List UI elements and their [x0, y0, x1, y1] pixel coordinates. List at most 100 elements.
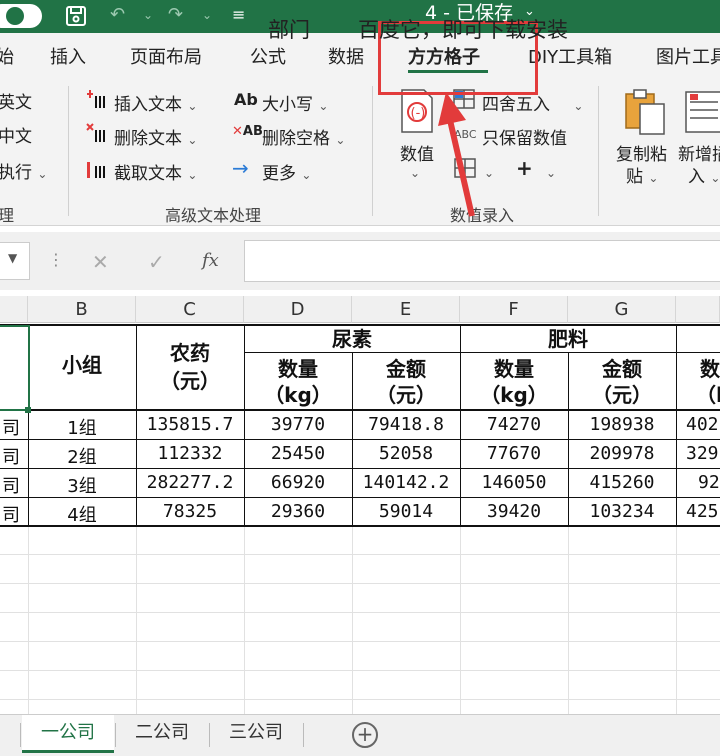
redo-icon[interactable]: ↷: [168, 4, 183, 26]
english-button[interactable]: 英文: [0, 88, 32, 113]
column-header-d[interactable]: D: [244, 296, 352, 323]
cell-pesticide[interactable]: 282277.2: [136, 472, 244, 493]
cell-company[interactable]: 司: [0, 443, 26, 469]
header-urea[interactable]: 尿素: [244, 326, 460, 352]
cell-next[interactable]: 402: [686, 414, 719, 435]
undo-icon[interactable]: ↶: [110, 4, 125, 26]
column-header-g[interactable]: G: [568, 296, 676, 323]
header-urea-amount-unit[interactable]: （元）: [352, 382, 460, 408]
name-box-dropdown-icon[interactable]: ▼: [8, 251, 17, 265]
sheet-tab-company-2[interactable]: 二公司: [116, 715, 208, 753]
cell-fert-amount[interactable]: 103234: [568, 501, 676, 522]
header-next-qty[interactable]: 数: [700, 356, 720, 382]
cell-fert-qty[interactable]: 77670: [460, 443, 568, 464]
cancel-icon[interactable]: ✕: [92, 250, 109, 274]
tab-formulas[interactable]: 公式: [250, 43, 286, 69]
header-pesticide-unit[interactable]: （元）: [136, 368, 244, 394]
autosave-toggle[interactable]: [0, 4, 42, 28]
cell-fert-qty[interactable]: 74270: [460, 414, 568, 435]
redo-dropdown-icon[interactable]: ⌄: [202, 4, 212, 26]
cell-urea-qty[interactable]: 66920: [244, 472, 352, 493]
cell-urea-amount[interactable]: 59014: [352, 501, 460, 522]
delete-text-button[interactable]: 删除文本 ⌄: [114, 124, 197, 149]
insert-text-button[interactable]: 插入文本 ⌄: [114, 90, 197, 115]
cell-urea-qty[interactable]: 29360: [244, 501, 352, 522]
column-header-f[interactable]: F: [460, 296, 568, 323]
cell-fert-amount[interactable]: 415260: [568, 472, 676, 493]
tab-picture-tools[interactable]: 图片工具: [656, 43, 720, 69]
cell-fert-amount[interactable]: 198938: [568, 414, 676, 435]
cell-urea-amount[interactable]: 79418.8: [352, 414, 460, 435]
execute-button[interactable]: 执行 ⌄: [0, 158, 47, 183]
tab-data[interactable]: 数据: [328, 43, 364, 69]
sheet-tab-company-3[interactable]: 三公司: [210, 715, 302, 753]
cell-urea-qty[interactable]: 25450: [244, 443, 352, 464]
cut-text-button[interactable]: 截取文本 ⌄: [114, 159, 197, 184]
plus-dropdown-icon[interactable]: ⌄: [546, 162, 556, 182]
chinese-button[interactable]: 中文: [0, 122, 32, 147]
tab-insert[interactable]: 插入: [50, 43, 86, 69]
value-dropdown-icon[interactable]: ⌄: [410, 162, 420, 182]
cell-next[interactable]: 92: [698, 472, 720, 493]
column-header-a[interactable]: [0, 296, 28, 323]
confirm-icon[interactable]: ✓: [148, 250, 165, 274]
header-group[interactable]: 小组: [28, 352, 136, 378]
header-fert-amount-unit[interactable]: （元）: [568, 382, 676, 408]
sheet-tab-company-1[interactable]: 一公司: [22, 715, 114, 753]
quick-access-menu-icon[interactable]: ≡: [232, 4, 245, 26]
header-fert-qty[interactable]: 数量: [460, 356, 568, 382]
cell-next[interactable]: 329: [686, 443, 719, 464]
column-header-c[interactable]: C: [136, 296, 244, 323]
cell-fert-qty[interactable]: 39420: [460, 501, 568, 522]
tab-home[interactable]: 始: [0, 43, 14, 69]
header-fert-qty-unit[interactable]: （kg）: [460, 382, 568, 408]
tab-page-layout[interactable]: 页面布局: [130, 43, 202, 69]
header-next-qty-unit[interactable]: （l: [696, 382, 720, 408]
cell-pesticide[interactable]: 135815.7: [136, 414, 244, 435]
formula-bar-drag-handle[interactable]: ⋮: [48, 250, 64, 269]
cell-fert-qty[interactable]: 146050: [460, 472, 568, 493]
plus-button[interactable]: +: [516, 156, 533, 180]
cell-pesticide[interactable]: 78325: [136, 501, 244, 522]
add-sheet-icon[interactable]: +: [352, 722, 378, 748]
cell-next[interactable]: 425: [686, 501, 719, 522]
cell-urea-amount[interactable]: 52058: [352, 443, 460, 464]
more-button[interactable]: 更多 ⌄: [262, 159, 311, 184]
cell-urea-qty[interactable]: 39770: [244, 414, 352, 435]
cell-group[interactable]: 1组: [28, 414, 136, 440]
formula-input[interactable]: [244, 240, 720, 282]
column-header-e[interactable]: E: [352, 296, 460, 323]
sheet-separator: [20, 723, 21, 747]
column-header-b[interactable]: B: [28, 296, 136, 323]
gridline: [0, 583, 720, 584]
cell-fert-amount[interactable]: 209978: [568, 443, 676, 464]
keep-values-button[interactable]: 只保留数值: [482, 124, 567, 149]
copy-paste-icon[interactable]: [624, 88, 668, 140]
header-fert-amount[interactable]: 金额: [568, 356, 676, 382]
tab-diy-toolbox[interactable]: DIY工具箱: [528, 43, 612, 69]
name-box[interactable]: ▼: [0, 242, 30, 280]
header-urea-qty-unit[interactable]: （kg）: [244, 382, 352, 408]
header-pesticide[interactable]: 农药: [136, 340, 244, 366]
cell-company[interactable]: 司: [0, 414, 26, 440]
worksheet-grid[interactable]: B C D E F G 小组 农药 （元） 尿素 肥料 数量 （kg） 金额 （…: [0, 296, 720, 714]
cell-group[interactable]: 3组: [28, 472, 136, 498]
cell-group[interactable]: 2组: [28, 443, 136, 469]
delete-space-button[interactable]: 删除空格 ⌄: [262, 124, 345, 149]
cell-company[interactable]: 司: [0, 501, 26, 527]
new-insert-button-line2[interactable]: 入 ⌄: [688, 162, 720, 187]
cell-urea-amount[interactable]: 140142.2: [352, 472, 460, 493]
insert-function-icon[interactable]: fx: [202, 250, 219, 271]
cell-company[interactable]: 司: [0, 472, 26, 498]
header-urea-amount[interactable]: 金额: [352, 356, 460, 382]
change-case-button[interactable]: 大小写 ⌄: [262, 90, 328, 115]
header-fertilizer[interactable]: 肥料: [460, 326, 676, 352]
save-icon[interactable]: [64, 4, 88, 34]
cell-pesticide[interactable]: 112332: [136, 443, 244, 464]
new-insert-icon[interactable]: [684, 90, 720, 138]
cell-group[interactable]: 4组: [28, 501, 136, 527]
copy-paste-button-line2[interactable]: 贴 ⌄: [626, 162, 658, 187]
column-header-h[interactable]: [676, 296, 720, 323]
undo-dropdown-icon[interactable]: ⌄: [143, 4, 153, 26]
header-urea-qty[interactable]: 数量: [244, 356, 352, 382]
